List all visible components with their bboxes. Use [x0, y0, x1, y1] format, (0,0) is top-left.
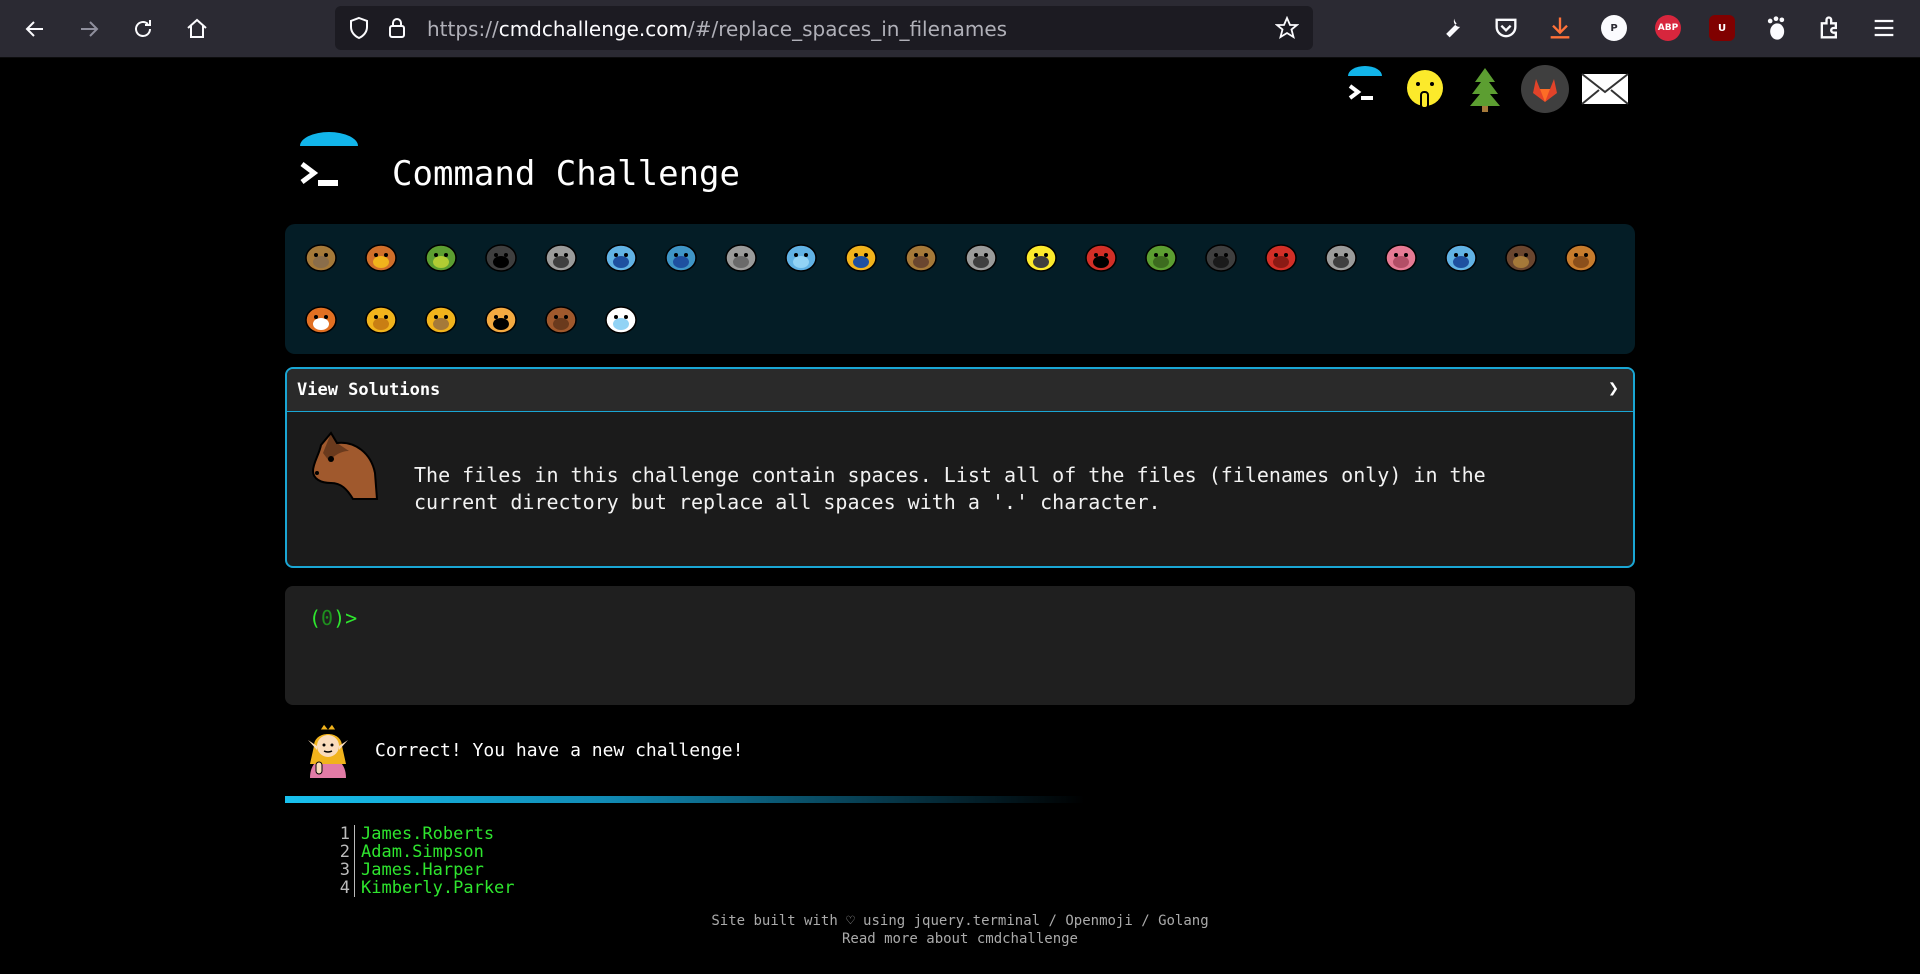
horse-face-icon — [311, 431, 379, 500]
challenge-badges — [285, 224, 1635, 354]
filename: James.Harper — [361, 860, 484, 880]
chevron-right-icon: ❯ — [1608, 378, 1619, 399]
footer-read-more-link[interactable]: Read more about cmdchallenge — [0, 930, 1920, 948]
fly-badge-icon[interactable] — [1317, 232, 1365, 280]
forward-button[interactable] — [72, 12, 106, 46]
ant-badge-icon[interactable] — [477, 232, 525, 280]
output-listing: 1 James.Roberts 2 Adam.Simpson 3 James.Harper… — [330, 825, 515, 897]
browser-toolbar: https://cmdchallenge.com/#/replace_space… — [0, 0, 1920, 58]
line-number: 4 — [330, 879, 355, 897]
line-number: 1 — [330, 825, 355, 843]
bee-badge-icon[interactable] — [1017, 232, 1065, 280]
ublock-origin-icon[interactable]: U — [1709, 15, 1735, 41]
prompt-close: )> — [333, 606, 358, 630]
arrow-right-icon — [81, 21, 99, 37]
address-bar[interactable]: https://cmdchallenge.com/#/replace_space… — [335, 6, 1313, 50]
tree-icon[interactable] — [1460, 64, 1510, 114]
terminal-logo-icon[interactable] — [1340, 64, 1390, 114]
horse-badge-icon[interactable] — [537, 294, 585, 342]
lion-badge-icon[interactable] — [417, 294, 465, 342]
shushing-face-icon[interactable] — [1400, 64, 1450, 114]
dolphin-badge-icon[interactable] — [717, 232, 765, 280]
elf-icon — [308, 723, 348, 778]
wrench-icon[interactable] — [1438, 14, 1466, 42]
gnome-icon[interactable] — [1762, 14, 1790, 42]
butterfly-badge-icon[interactable] — [357, 232, 405, 280]
reload-button[interactable] — [126, 12, 160, 46]
spider-web-badge-icon[interactable] — [537, 232, 585, 280]
shield-icon[interactable] — [347, 16, 371, 40]
listing-row: 2 Adam.Simpson — [330, 843, 515, 861]
fox-badge-icon[interactable] — [297, 294, 345, 342]
progress-bar — [285, 796, 1085, 803]
whale-badge-icon[interactable] — [597, 232, 645, 280]
p-extension-label: P — [1610, 22, 1618, 34]
worm-badge-icon[interactable] — [1377, 232, 1425, 280]
tiger-badge-icon[interactable] — [477, 294, 525, 342]
url-scheme: https:// — [427, 17, 499, 41]
line-number: 3 — [330, 861, 355, 879]
terminal-prompt[interactable]: (0)> — [309, 606, 368, 631]
reload-icon — [135, 20, 151, 37]
adblock-plus-icon[interactable]: ABP — [1655, 15, 1681, 41]
unicorn-badge-icon[interactable] — [597, 294, 645, 342]
caterpillar-badge-icon[interactable] — [417, 232, 465, 280]
adblock-plus-label: ABP — [1657, 23, 1679, 33]
fish-badge-icon[interactable] — [777, 232, 825, 280]
cat-badge-icon[interactable] — [357, 294, 405, 342]
pufferfish-badge-icon[interactable] — [897, 232, 945, 280]
wolf-badge-icon[interactable] — [957, 232, 1005, 280]
menu-icon[interactable] — [1870, 14, 1898, 42]
microbe-badge-icon[interactable] — [1437, 232, 1485, 280]
bookmark-star-icon[interactable] — [1275, 16, 1299, 40]
lock-icon[interactable] — [385, 16, 409, 40]
line-number: 2 — [330, 843, 355, 861]
ladybug-badge-icon[interactable] — [1077, 232, 1125, 280]
spider-badge-icon[interactable] — [1197, 232, 1245, 280]
ublock-origin-label: U — [1717, 22, 1727, 34]
download-icon[interactable] — [1546, 14, 1574, 42]
prompt-count: 0 — [321, 606, 334, 630]
listing-row: 3 James.Harper — [330, 861, 515, 879]
back-button[interactable] — [18, 12, 52, 46]
terminal-logo-icon[interactable] — [296, 132, 362, 198]
extensions-icon[interactable] — [1816, 14, 1844, 42]
gitlab-icon[interactable] — [1520, 64, 1570, 114]
monkey-badge-icon[interactable] — [1497, 232, 1545, 280]
terminal[interactable]: (0)> — [285, 586, 1635, 705]
view-solutions-label: View Solutions — [297, 380, 441, 400]
filename: Kimberly.Parker — [361, 878, 515, 898]
snail-badge-icon[interactable] — [297, 232, 345, 280]
tropical-fish-badge-icon[interactable] — [837, 232, 885, 280]
result-text: Correct! You have a new challenge! — [375, 740, 744, 761]
page-title: Command Challenge — [392, 154, 740, 194]
terminal-cursor — [357, 609, 368, 631]
listing-row: 4 Kimberly.Parker — [330, 879, 515, 897]
challenge-card: View Solutions ❯ The files in this chall… — [285, 367, 1635, 568]
home-button[interactable] — [180, 12, 214, 46]
scorpion-badge-icon[interactable] — [1257, 232, 1305, 280]
arrow-left-icon — [25, 21, 43, 37]
footer-credits[interactable]: Site built with ♡ using jquery.terminal … — [0, 912, 1920, 930]
prompt-open: ( — [309, 606, 322, 630]
url-domain: cmdchallenge.com — [498, 17, 688, 41]
footer: Site built with ♡ using jquery.terminal … — [0, 912, 1920, 948]
p-extension-icon[interactable]: P — [1601, 15, 1627, 41]
filename: James.Roberts — [361, 824, 495, 844]
url-text[interactable]: https://cmdchallenge.com/#/replace_space… — [427, 17, 1007, 41]
home-icon — [187, 18, 207, 38]
dog-badge-icon[interactable] — [1557, 232, 1605, 280]
mail-icon[interactable] — [1580, 64, 1630, 114]
view-solutions-toggle[interactable]: View Solutions ❯ — [287, 369, 1633, 412]
url-path: /#/replace_spaces_in_filenames — [687, 17, 1008, 41]
filename: Adam.Simpson — [361, 842, 484, 862]
listing-row: 1 James.Roberts — [330, 825, 515, 843]
challenge-description: The files in this challenge contain spac… — [414, 463, 1486, 514]
cricket-badge-icon[interactable] — [1137, 232, 1185, 280]
pocket-icon[interactable] — [1492, 14, 1520, 42]
shark-badge-icon[interactable] — [657, 232, 705, 280]
